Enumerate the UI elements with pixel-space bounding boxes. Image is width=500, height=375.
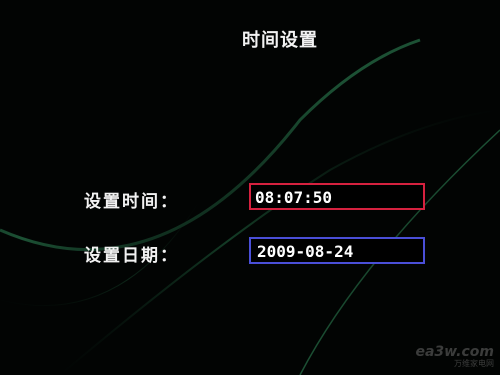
watermark: ea3w.com 万维家电网 — [415, 345, 494, 369]
set-time-label: 设置时间： — [84, 192, 179, 212]
page-title: 时间设置 — [242, 30, 318, 51]
time-settings-screen: 时间设置 设置时间： 08:07:50 设置日期： 2009-08-24 ea3… — [0, 0, 500, 375]
date-input[interactable]: 2009-08-24 — [249, 237, 425, 264]
watermark-logo: ea3w.com — [415, 344, 494, 360]
time-input[interactable]: 08:07:50 — [249, 183, 425, 210]
set-date-label: 设置日期： — [84, 246, 179, 266]
watermark-subtitle: 万维家电网 — [454, 359, 494, 368]
